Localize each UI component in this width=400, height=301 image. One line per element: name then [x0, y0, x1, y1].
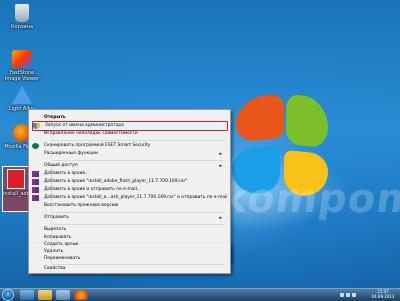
desktop-icon-faststone[interactable]: FastStone Image Viewer	[2, 50, 42, 82]
menu-separator	[53, 212, 225, 213]
lightalloy-icon	[12, 86, 32, 104]
taskbar-media-icon[interactable]	[56, 290, 70, 300]
menu-item-rar-and-email[interactable]: Добавить в архив "install_a...ash_player…	[32, 194, 228, 202]
menu-item-label: Общий доступ	[44, 163, 78, 168]
recycle-bin-icon	[15, 4, 29, 22]
menu-item-eset-scan[interactable]: Сканировать программой ESET Smart Securi…	[32, 142, 226, 150]
context-menu-continued: Создать ярлык Удалить Переименовать Свой…	[28, 242, 231, 274]
menu-item-label: Свойства	[44, 266, 66, 271]
faststone-icon	[12, 50, 32, 68]
menu-item-label: Отправить	[44, 215, 69, 220]
menu-item-troubleshoot-compatibility[interactable]: Исправление неполадок совместимости	[32, 130, 226, 138]
menu-item-properties[interactable]: Свойства	[32, 265, 226, 273]
submenu-arrow-icon: ▸	[219, 163, 222, 169]
menu-item-restore-previous-version[interactable]: Восстановить прежнюю версию	[32, 202, 226, 210]
winrar-icon	[32, 171, 39, 177]
menu-separator	[53, 140, 225, 141]
menu-item-rename[interactable]: Переименовать	[32, 255, 226, 263]
desktop-icon-label: Корзина	[10, 24, 34, 30]
menu-item-add-to-archive[interactable]: Добавить в архив...	[32, 170, 226, 178]
flash-installer-icon	[7, 169, 25, 189]
windows-logo-green	[286, 93, 328, 149]
menu-item-label: Вырезать	[44, 227, 67, 232]
menu-separator	[53, 160, 225, 161]
menu-item-cut[interactable]: Вырезать	[32, 226, 226, 234]
context-menu: Открыть Запуск от имени администратора И…	[28, 109, 231, 262]
desktop-icon-label: install_adobe_flash_player_1...exe	[3, 191, 88, 197]
winrar-icon	[32, 195, 39, 201]
tray-clock[interactable]: 21:37 04.09.2013	[368, 289, 398, 299]
submenu-arrow-icon: ▸	[219, 151, 222, 157]
menu-item-label: Добавить в архив "install_adobe_flash_pl…	[44, 179, 188, 184]
taskbar-firefox-icon[interactable]	[74, 290, 88, 300]
menu-item-label: Добавить в архив и отправить по e-mail..…	[44, 187, 142, 192]
desktop-icon-recycle-bin[interactable]: Корзина	[2, 4, 42, 30]
menu-item-archive-and-email[interactable]: Добавить в архив и отправить по e-mail..…	[32, 186, 226, 194]
menu-item-send-to[interactable]: Отправить ▸	[32, 214, 226, 222]
menu-item-label: Запуск от имени администратора	[45, 123, 124, 128]
shield-icon	[33, 123, 40, 129]
taskbar: 21:37 04.09.2013	[0, 288, 400, 301]
menu-item-label: Переименовать	[44, 256, 81, 261]
desktop-icon-label: FastStone Image Viewer	[4, 70, 40, 82]
menu-item-label: Восстановить прежнюю версию	[44, 203, 119, 208]
tray-date: 04.09.2013	[371, 294, 395, 299]
menu-item-share[interactable]: Общий доступ ▸	[32, 162, 226, 170]
start-button[interactable]	[2, 289, 14, 301]
submenu-arrow-icon: ▸	[219, 215, 222, 221]
menu-item-label: Исправление неполадок совместимости	[44, 131, 138, 136]
taskbar-explorer-icon[interactable]	[38, 290, 52, 300]
system-tray-icons[interactable]	[340, 292, 364, 298]
menu-item-label: Расширенные функции	[44, 151, 98, 156]
winrar-icon	[32, 187, 39, 193]
menu-separator	[53, 224, 225, 225]
taskbar-ie-icon[interactable]	[20, 290, 34, 300]
winrar-icon	[32, 179, 39, 185]
menu-item-label: Добавить в архив...	[44, 171, 90, 176]
windows-logo-red	[236, 93, 284, 143]
desktop-icon-installer[interactable]: install_adobe_flash_player_1...exe	[2, 166, 88, 212]
menu-item-add-to-rar[interactable]: Добавить в архив "install_adobe_flash_pl…	[32, 178, 226, 186]
eset-icon	[32, 143, 39, 149]
menu-item-label: Сканировать программой ESET Smart Securi…	[44, 143, 151, 148]
menu-item-advanced-functions[interactable]: Расширенные функции ▸	[32, 150, 226, 158]
menu-item-label: Добавить в архив "install_a...ash_player…	[44, 195, 228, 200]
